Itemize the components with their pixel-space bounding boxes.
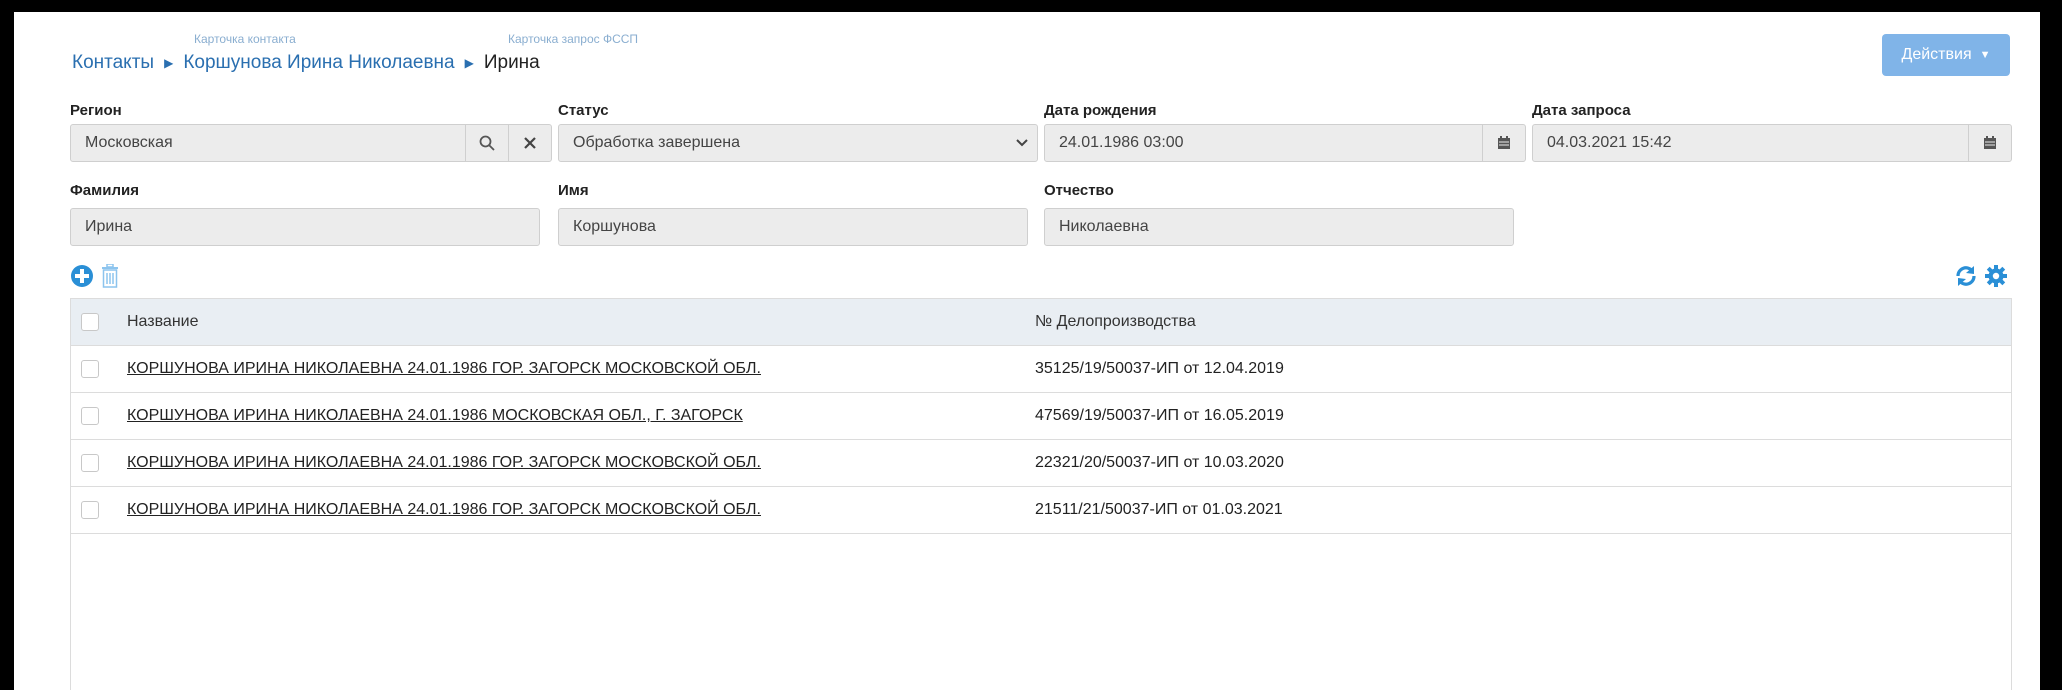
last-name-label: Фамилия [70, 182, 139, 199]
hint-fssp-card: Карточка запрос ФССП [508, 32, 639, 46]
breadcrumb: Контакты ▶ Коршунова Ирина Николаевна ▶ … [72, 52, 540, 74]
table-header: Название № Делопроизводства [71, 299, 2011, 346]
table-row[interactable]: КОРШУНОВА ИРИНА НИКОЛАЕВНА 24.01.1986 ГО… [71, 346, 2011, 393]
select-all-checkbox[interactable] [81, 313, 99, 331]
row-name-link[interactable]: КОРШУНОВА ИРИНА НИКОЛАЕВНА 24.01.1986 ГО… [127, 487, 761, 533]
status-label: Статус [558, 102, 609, 119]
table-row[interactable]: КОРШУНОВА ИРИНА НИКОЛАЕВНА 24.01.1986 МО… [71, 393, 2011, 440]
actions-dropdown-button[interactable]: Действия ▼ [1882, 34, 2010, 76]
patronymic-label: Отчество [1044, 182, 1114, 199]
refresh-icon[interactable] [1954, 264, 1978, 293]
status-value: Обработка завершена [573, 134, 740, 151]
region-label: Регион [70, 102, 122, 119]
row-checkbox[interactable] [81, 454, 99, 472]
birth-date-input[interactable]: 24.01.1986 03:00 [1045, 134, 1482, 152]
breadcrumb-current: Ирина [483, 52, 540, 73]
last-name-field[interactable]: Ирина [70, 208, 540, 246]
column-header-case-number[interactable]: № Делопроизводства [1035, 299, 1196, 345]
request-date-input[interactable]: 04.03.2021 15:42 [1533, 134, 1968, 152]
app-frame: Карточка контакта Карточка запрос ФССП К… [14, 12, 2040, 690]
table-row[interactable]: КОРШУНОВА ИРИНА НИКОЛАЕВНА 24.01.1986 ГО… [71, 487, 2011, 534]
region-field: Московская [70, 124, 552, 162]
patronymic-value: Николаевна [1059, 218, 1149, 235]
status-select[interactable]: Обработка завершена [558, 124, 1038, 162]
hint-contact-card: Карточка контакта [194, 32, 296, 46]
chevron-right-icon: ▶ [464, 56, 474, 70]
request-date-field: 04.03.2021 15:42 [1532, 124, 2012, 162]
first-name-label: Имя [558, 182, 589, 199]
calendar-icon[interactable] [1968, 125, 2011, 161]
gear-icon[interactable] [1984, 264, 2008, 293]
caret-down-icon: ▼ [1979, 49, 1991, 61]
cases-table: Название № Делопроизводства КОРШУНОВА ИР… [70, 298, 2012, 690]
trash-icon[interactable] [100, 263, 120, 293]
request-date-label: Дата запроса [1532, 102, 1631, 119]
row-case-number: 47569/19/50037-ИП от 16.05.2019 [1035, 407, 1284, 424]
table-row[interactable]: КОРШУНОВА ИРИНА НИКОЛАЕВНА 24.01.1986 ГО… [71, 440, 2011, 487]
last-name-value: Ирина [85, 218, 133, 235]
row-name-link[interactable]: КОРШУНОВА ИРИНА НИКОЛАЕВНА 24.01.1986 МО… [127, 393, 743, 439]
actions-button-label: Действия [1901, 46, 1972, 63]
row-checkbox[interactable] [81, 360, 99, 378]
row-checkbox[interactable] [81, 501, 99, 519]
region-input[interactable]: Московская [71, 134, 465, 152]
breadcrumb-contact-name-link[interactable]: Коршунова Ирина Николаевна [183, 52, 454, 74]
column-header-name[interactable]: Название [127, 299, 199, 345]
table-toolbar-right [1954, 264, 2008, 293]
table-toolbar [70, 263, 120, 293]
row-name-link[interactable]: КОРШУНОВА ИРИНА НИКОЛАЕВНА 24.01.1986 ГО… [127, 346, 761, 392]
breadcrumb-hints: Карточка контакта Карточка запрос ФССП [14, 32, 814, 48]
calendar-icon[interactable] [1482, 125, 1525, 161]
row-checkbox[interactable] [81, 407, 99, 425]
row-case-number: 22321/20/50037-ИП от 10.03.2020 [1035, 454, 1284, 471]
row-name-link[interactable]: КОРШУНОВА ИРИНА НИКОЛАЕВНА 24.01.1986 ГО… [127, 440, 761, 486]
patronymic-field[interactable]: Николаевна [1044, 208, 1514, 246]
birth-date-label: Дата рождения [1044, 102, 1157, 119]
row-case-number: 21511/21/50037-ИП от 01.03.2021 [1035, 501, 1283, 518]
search-icon[interactable] [465, 125, 508, 161]
plus-circle-icon[interactable] [70, 264, 94, 293]
first-name-value: Коршунова [573, 218, 656, 235]
chevron-down-icon [1007, 139, 1037, 147]
birth-date-field: 24.01.1986 03:00 [1044, 124, 1526, 162]
row-case-number: 35125/19/50037-ИП от 12.04.2019 [1035, 360, 1284, 377]
clear-icon[interactable] [508, 125, 551, 161]
breadcrumb-contacts-link[interactable]: Контакты [72, 52, 154, 74]
first-name-field[interactable]: Коршунова [558, 208, 1028, 246]
chevron-right-icon: ▶ [164, 56, 174, 70]
